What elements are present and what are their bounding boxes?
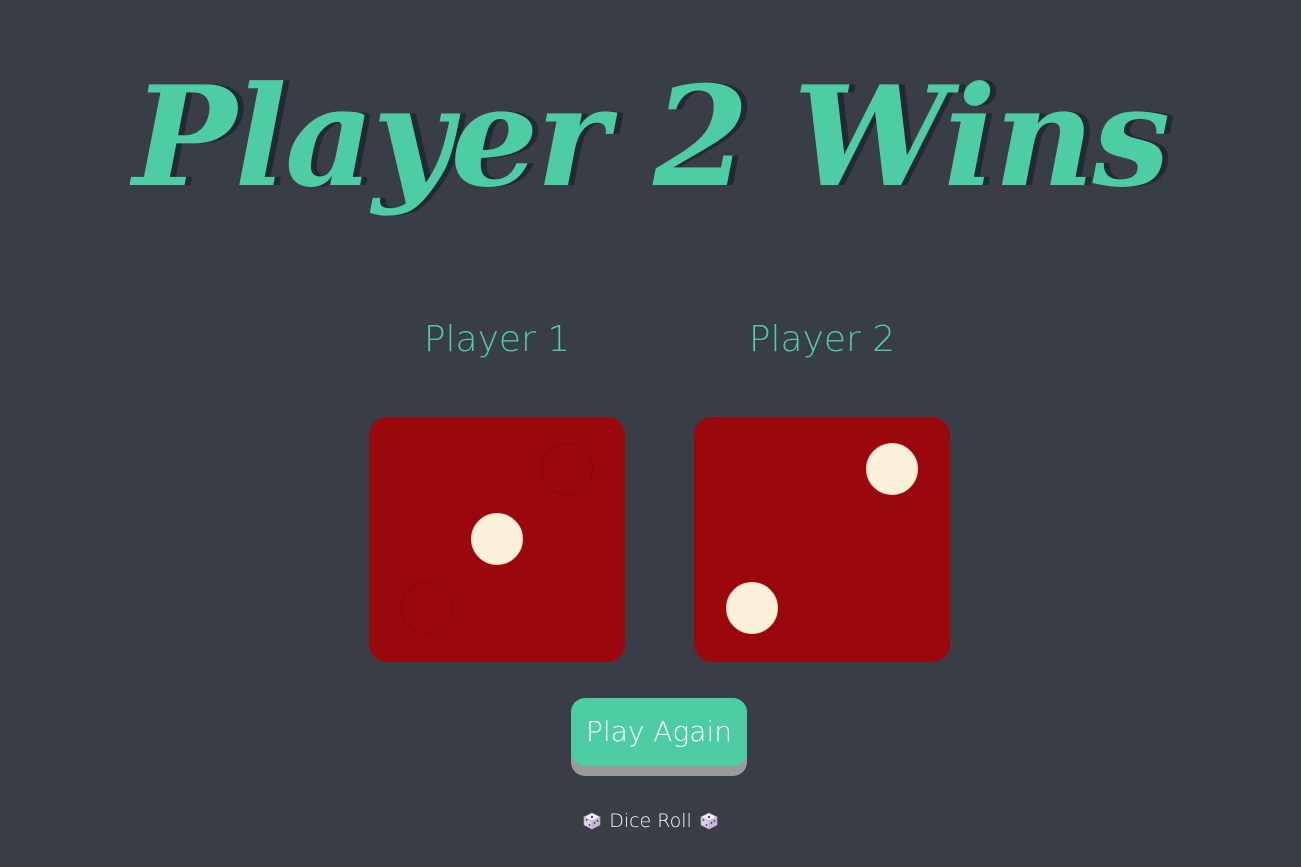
die-pip xyxy=(541,443,593,495)
game-die-icon xyxy=(583,809,601,830)
player-1-die xyxy=(369,417,625,662)
footer: Dice Roll xyxy=(0,806,1301,836)
play-again-button[interactable]: Play Again xyxy=(571,698,747,766)
winner-title: Player 2 Wins xyxy=(132,55,1170,218)
player-1-label: Player 1 xyxy=(423,319,571,360)
footer-text: Dice Roll xyxy=(609,810,692,832)
die-pip xyxy=(401,582,453,634)
player-2-label: Player 2 xyxy=(748,319,896,360)
player-2-die xyxy=(694,417,950,662)
die-pip xyxy=(471,513,523,565)
die-pip xyxy=(726,582,778,634)
die-pip xyxy=(866,443,918,495)
game-die-icon xyxy=(700,809,718,830)
